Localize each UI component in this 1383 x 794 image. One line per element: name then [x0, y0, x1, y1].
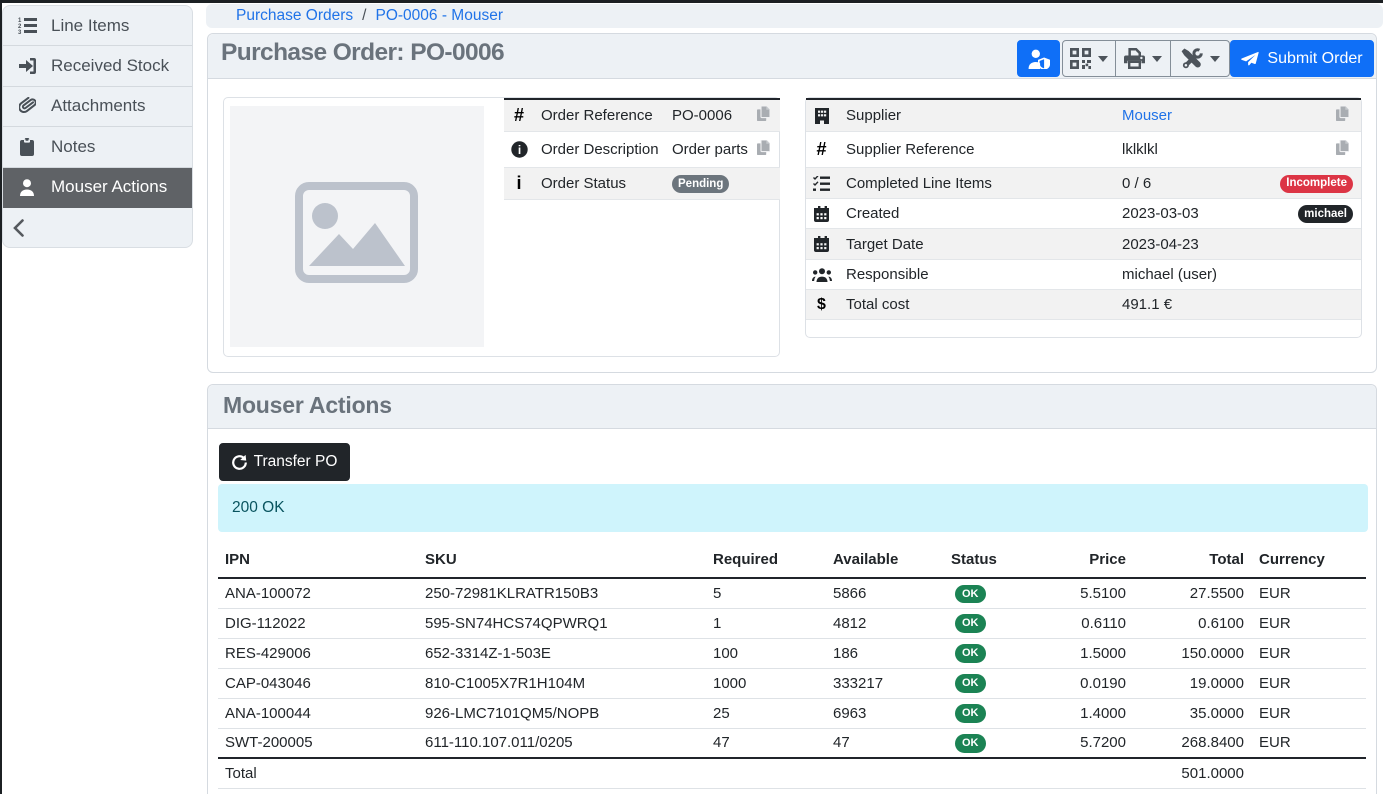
svg-text:3: 3	[18, 30, 22, 34]
svg-text:i: i	[517, 143, 520, 157]
